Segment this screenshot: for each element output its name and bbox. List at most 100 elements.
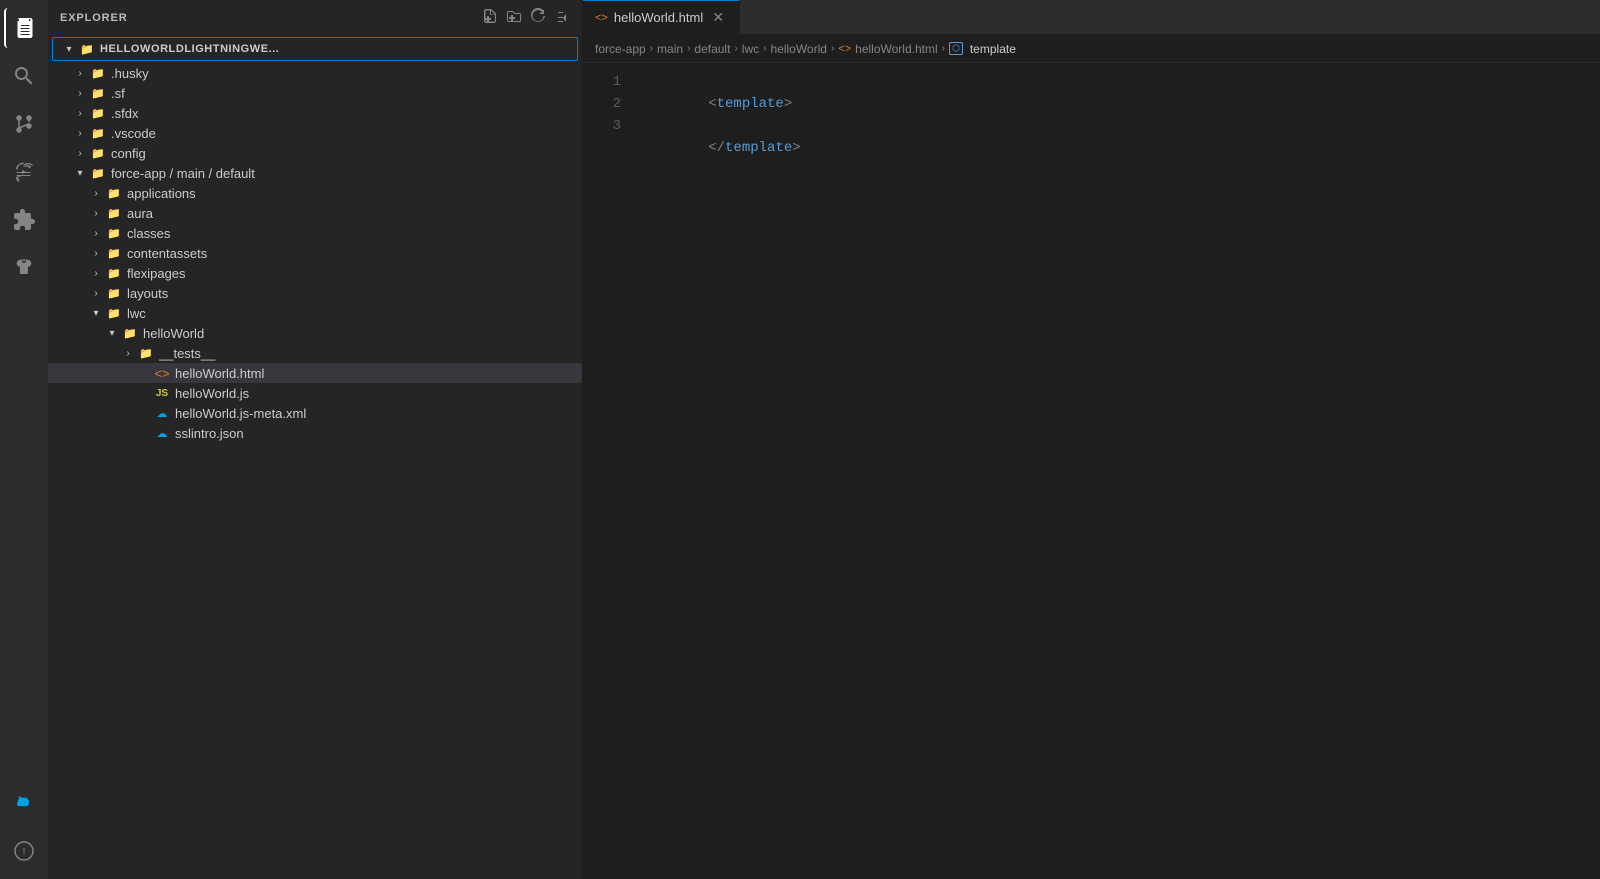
breadcrumb-helloworld[interactable]: helloWorld xyxy=(770,42,826,56)
extensions-icon[interactable] xyxy=(4,200,44,240)
contentassets-folder-icon: 📁 xyxy=(106,245,122,261)
helloworld-meta-xml-label: helloWorld.js-meta.xml xyxy=(175,406,574,421)
folder-tree: 📁 HELLOWORLDLIGHTNINGWE... 📁 .husky 📁 .s… xyxy=(48,35,582,879)
code-editor[interactable]: 1 2 3 <template> </template> xyxy=(583,63,1600,879)
accounts-icon[interactable]: ! xyxy=(4,831,44,871)
svg-text:!: ! xyxy=(23,847,26,858)
breadcrumb-lwc[interactable]: lwc xyxy=(742,42,759,56)
breadcrumb-helloworld-label: helloWorld xyxy=(770,42,826,56)
classes-chevron xyxy=(88,225,104,241)
new-file-icon[interactable] xyxy=(482,8,498,27)
breadcrumb-lwc-label: lwc xyxy=(742,42,759,56)
config-chevron xyxy=(72,145,88,161)
sidebar: EXPLORER xyxy=(48,0,583,879)
breadcrumb-template[interactable]: ⬡ template xyxy=(949,42,1016,56)
tests-chevron xyxy=(120,345,136,361)
tab-close-button[interactable]: ✕ xyxy=(709,9,727,27)
tree-item-sfdx[interactable]: 📁 .sfdx xyxy=(48,103,582,123)
activity-bar: ! xyxy=(0,0,48,879)
force-app-chevron xyxy=(72,165,88,181)
breadcrumb-sep-2: › xyxy=(687,43,690,54)
source-control-icon[interactable] xyxy=(4,104,44,144)
sf-label: .sf xyxy=(111,86,574,101)
breadcrumb-sep-1: › xyxy=(650,43,653,54)
tree-item-aura[interactable]: 📁 aura xyxy=(48,203,582,223)
tree-item-lwc[interactable]: 📁 lwc xyxy=(48,303,582,323)
tree-item-helloworld-meta-xml[interactable]: ☁ helloWorld.js-meta.xml xyxy=(48,403,582,423)
vscode-folder-icon: 📁 xyxy=(90,125,106,141)
breadcrumb-force-app[interactable]: force-app xyxy=(595,42,646,56)
applications-label: applications xyxy=(127,186,574,201)
breadcrumb-helloworld-html[interactable]: <> helloWorld.html xyxy=(838,42,937,56)
tree-item-classes[interactable]: 📁 classes xyxy=(48,223,582,243)
aura-label: aura xyxy=(127,206,574,221)
tree-item-contentassets[interactable]: 📁 contentassets xyxy=(48,243,582,263)
sidebar-header: EXPLORER xyxy=(48,0,582,35)
tree-item-force-app[interactable]: 📁 force-app / main / default xyxy=(48,163,582,183)
tab-helloworld-html[interactable]: <> helloWorld.html ✕ xyxy=(583,0,740,34)
new-folder-icon[interactable] xyxy=(506,8,522,27)
tree-item-applications[interactable]: 📁 applications xyxy=(48,183,582,203)
helloworld-meta-xml-icon: ☁ xyxy=(154,405,170,421)
sidebar-header-icons xyxy=(482,8,570,27)
tab-bar: <> helloWorld.html ✕ xyxy=(583,0,1600,35)
lwc-chevron xyxy=(88,305,104,321)
root-folder[interactable]: 📁 HELLOWORLDLIGHTNINGWE... xyxy=(52,37,578,61)
layouts-chevron xyxy=(88,285,104,301)
search-icon[interactable] xyxy=(4,56,44,96)
force-app-label: force-app / main / default xyxy=(111,166,574,181)
tab-filename: helloWorld.html xyxy=(614,10,703,25)
tree-item-sslintro-json[interactable]: ☁ sslintro.json xyxy=(48,423,582,443)
sfdx-chevron xyxy=(72,105,88,121)
tree-item-tests[interactable]: 📁 __tests__ xyxy=(48,343,582,363)
config-folder-icon: 📁 xyxy=(90,145,106,161)
layouts-folder-icon: 📁 xyxy=(106,285,122,301)
salesforce-icon[interactable] xyxy=(4,783,44,823)
tree-item-flexipages[interactable]: 📁 flexipages xyxy=(48,263,582,283)
refresh-icon[interactable] xyxy=(530,8,546,27)
lwc-folder-icon: 📁 xyxy=(106,305,122,321)
sslintro-json-icon: ☁ xyxy=(154,425,170,441)
tree-item-helloworld-html[interactable]: <> helloWorld.html xyxy=(48,363,582,383)
helloworld-folder-icon: 📁 xyxy=(122,325,138,341)
aura-chevron xyxy=(88,205,104,221)
template-open-tag: template xyxy=(717,96,784,112)
code-content[interactable]: <template> </template> xyxy=(633,63,1600,879)
breadcrumb-main-label: main xyxy=(657,42,683,56)
editor-area: <> helloWorld.html ✕ force-app › main › … xyxy=(583,0,1600,879)
sfdx-folder-icon: 📁 xyxy=(90,105,106,121)
husky-label: .husky xyxy=(111,66,574,81)
explorer-icon[interactable] xyxy=(4,8,44,48)
collapse-all-icon[interactable] xyxy=(554,8,570,27)
line-numbers: 1 2 3 xyxy=(583,63,633,879)
test-icon[interactable] xyxy=(4,248,44,288)
tree-item-vscode[interactable]: 📁 .vscode xyxy=(48,123,582,143)
code-line-3: </template> xyxy=(641,115,1600,137)
line-num-2: 2 xyxy=(591,93,621,115)
force-app-folder-icon: 📁 xyxy=(90,165,106,181)
tab-file-icon: <> xyxy=(595,12,608,24)
tree-item-helloworld-folder[interactable]: 📁 helloWorld xyxy=(48,323,582,343)
run-debug-icon[interactable] xyxy=(4,152,44,192)
lwc-label: lwc xyxy=(127,306,574,321)
breadcrumb-main[interactable]: main xyxy=(657,42,683,56)
tree-item-layouts[interactable]: 📁 layouts xyxy=(48,283,582,303)
breadcrumb-default[interactable]: default xyxy=(694,42,730,56)
line-num-1: 1 xyxy=(591,71,621,93)
tree-item-config[interactable]: 📁 config xyxy=(48,143,582,163)
tree-item-husky[interactable]: 📁 .husky xyxy=(48,63,582,83)
sf-chevron xyxy=(72,85,88,101)
sfdx-label: .sfdx xyxy=(111,106,574,121)
activity-bar-bottom: ! xyxy=(4,783,44,871)
breadcrumb-html-icon: <> xyxy=(838,43,851,55)
tests-folder-icon: 📁 xyxy=(138,345,154,361)
breadcrumb-sep-4: › xyxy=(763,43,766,54)
close-bracket-1: > xyxy=(784,96,792,112)
line-num-3: 3 xyxy=(591,115,621,137)
root-folder-icon: 📁 xyxy=(79,41,95,57)
classes-folder-icon: 📁 xyxy=(106,225,122,241)
tree-item-helloworld-js[interactable]: JS helloWorld.js xyxy=(48,383,582,403)
tree-item-sf[interactable]: 📁 .sf xyxy=(48,83,582,103)
helloworld-folder-label: helloWorld xyxy=(143,326,574,341)
helloworld-js-label: helloWorld.js xyxy=(175,386,574,401)
